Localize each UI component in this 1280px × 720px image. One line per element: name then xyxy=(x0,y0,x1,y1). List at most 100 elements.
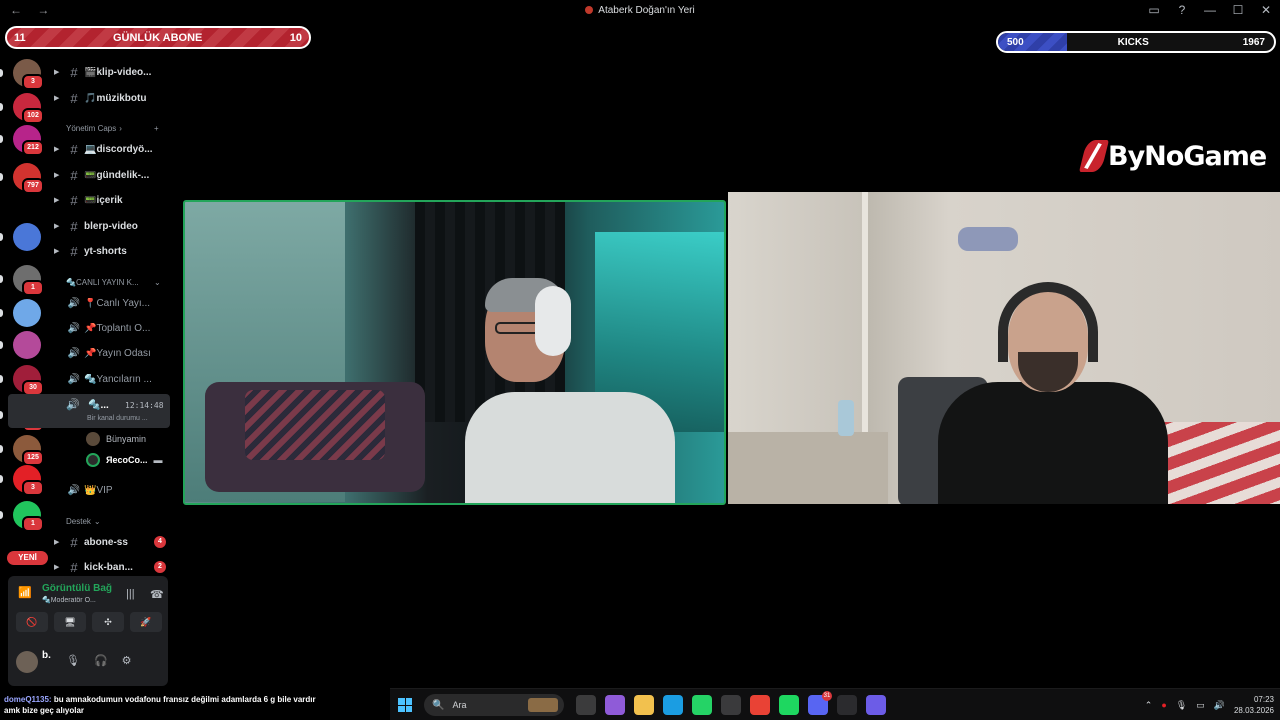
disconnect-icon[interactable]: ☎ xyxy=(150,588,164,601)
mic-icon[interactable]: 🎙 xyxy=(66,654,80,667)
whatsapp-app-icon[interactable] xyxy=(692,695,712,715)
chat-nick: domeQ1135: xyxy=(4,695,52,704)
server-icon[interactable] xyxy=(13,299,41,327)
soundboard-button[interactable]: 🚀 xyxy=(130,612,162,632)
server-icon[interactable]: 3 xyxy=(13,59,44,90)
avatar xyxy=(86,432,100,446)
camera-feed-left[interactable] xyxy=(183,200,726,505)
voice-user-recoco[interactable]: ЯecoCo... ▬ xyxy=(86,453,162,467)
server-unread-pill xyxy=(0,411,3,419)
clock[interactable]: 07:23 28.03.2026 xyxy=(1234,694,1274,716)
voice-channel-vip[interactable]: 🔊 👑VIP xyxy=(54,479,174,501)
close-button[interactable]: ✕ xyxy=(1260,3,1272,17)
category-yonetim[interactable]: Yönetim Caps › + xyxy=(66,124,159,133)
kicks-label: KICKS xyxy=(1117,36,1149,48)
taskview-app-icon[interactable] xyxy=(576,695,596,715)
server-badge: 212 xyxy=(22,140,44,156)
server-unread-pill xyxy=(0,309,3,317)
settings-gear-icon[interactable]: ⚙ xyxy=(122,654,132,667)
edge-app-icon[interactable] xyxy=(663,695,683,715)
minimize-button[interactable]: — xyxy=(1204,3,1216,17)
discord-badge: 31 xyxy=(822,691,832,701)
server-unread-pill xyxy=(0,135,3,143)
voice-status[interactable]: Görüntülü Bağ xyxy=(42,583,112,594)
chevron-up-icon[interactable]: ⌃ xyxy=(1145,700,1153,711)
copilot-app-icon[interactable] xyxy=(605,695,625,715)
channel-abone-ss[interactable]: ▶ # abone-ss 4 xyxy=(54,531,174,553)
display-icon[interactable]: ▭ xyxy=(1196,700,1205,711)
sub-goal-label: GÜNLÜK ABONE xyxy=(112,31,203,44)
taskbar-apps: 31 xyxy=(576,691,886,715)
channel-icerik[interactable]: ▶ # 📟içerik xyxy=(54,189,174,211)
chrome-app-icon[interactable] xyxy=(750,695,770,715)
server-icon[interactable]: 1 xyxy=(13,501,44,532)
user-name[interactable]: b. xyxy=(42,650,51,661)
speaker-icon[interactable]: 🔊 xyxy=(1214,700,1225,711)
speaker-icon: 🔊 xyxy=(67,297,81,309)
voice-channel-yayin-odasi[interactable]: 🔊 📌Yayın Odası xyxy=(54,342,174,364)
unread-count-badge: 4 xyxy=(154,536,166,548)
app-circle-app-icon[interactable] xyxy=(866,695,886,715)
user-panel: b. 🎙 🎧 ⚙ xyxy=(8,645,168,681)
discord-app-icon[interactable]: 31 xyxy=(808,691,832,715)
channel-gundelik[interactable]: ▶ # 📟gündelik-... xyxy=(54,164,174,186)
headphones-icon[interactable]: 🎧 xyxy=(94,654,108,667)
store-app-icon[interactable] xyxy=(721,695,741,715)
taskbar-search[interactable]: 🔍 Ara xyxy=(424,694,564,716)
bynogame-logo: ByNoGame xyxy=(1079,138,1267,174)
bynogame-mark-icon xyxy=(1079,140,1109,172)
noise-suppression-icon[interactable]: ||| xyxy=(126,588,135,600)
server-icon[interactable]: 212 xyxy=(13,125,44,156)
active-channel-status[interactable]: Bir kanal durumu ... xyxy=(87,415,148,422)
channel-muzikbotu[interactable]: ▶ # 🎵müzikbotu xyxy=(54,87,174,109)
streamer-right xyxy=(928,272,1168,504)
channel-blerp-video[interactable]: ▶ # blerp-video xyxy=(54,215,174,237)
camera-off-button[interactable]: 🚫 xyxy=(16,612,48,632)
server-unread-pill xyxy=(0,275,3,283)
maximize-button[interactable]: ☐ xyxy=(1232,3,1244,17)
inbox-icon[interactable]: ▭ xyxy=(1148,3,1160,17)
voice-channel-canli-yayin[interactable]: 🔊 📍Canlı Yayı... xyxy=(54,292,174,314)
server-icon[interactable] xyxy=(13,223,41,251)
active-voice-channel[interactable]: 🔊 🔩... 12:14:48 Bir kanal durumu ... xyxy=(8,394,170,428)
screen-share-button[interactable]: 🖥 xyxy=(54,612,86,632)
server-icon[interactable]: 1 xyxy=(13,265,44,296)
channel-yt-shorts[interactable]: ▶ # yt-shorts xyxy=(54,240,174,262)
explorer-app-icon[interactable] xyxy=(634,695,654,715)
server-icon[interactable]: 3 xyxy=(13,465,44,496)
avatar[interactable] xyxy=(16,651,38,673)
help-icon[interactable]: ? xyxy=(1176,3,1188,17)
channel-discordyo[interactable]: ▶ # 💻discordyö... xyxy=(54,138,174,160)
camera-feed-right[interactable] xyxy=(728,192,1280,504)
sub-goal-bar: 11 GÜNLÜK ABONE 10 xyxy=(5,26,311,49)
server-icon[interactable]: 102 xyxy=(13,93,44,124)
voice-channel-toplanti[interactable]: 🔊 📌Toplantı O... xyxy=(54,317,174,339)
server-icon[interactable]: 125 xyxy=(13,435,44,466)
voice-user-bunyamin[interactable]: Bünyamin xyxy=(86,432,146,446)
server-unread-pill xyxy=(0,375,3,383)
start-button[interactable] xyxy=(398,698,412,712)
cam2-floor xyxy=(728,432,888,504)
camera-icon: ▬ xyxy=(153,455,163,465)
activities-button[interactable]: ✣ xyxy=(92,612,124,632)
app-tray-icon[interactable]: ● xyxy=(1161,700,1166,710)
server-icon[interactable]: 30 xyxy=(13,365,44,396)
cam1-blanket xyxy=(245,390,385,460)
spotify-app-icon[interactable] xyxy=(779,695,799,715)
new-badge[interactable]: YENİ xyxy=(7,551,48,565)
window-title-text: Ataberk Doğan'ın Yeri xyxy=(598,5,695,16)
voice-channel-sub[interactable]: 🔩Moderatör O... xyxy=(42,596,96,604)
category-destek[interactable]: Destek ⌄ xyxy=(66,517,101,526)
obs-app-icon[interactable] xyxy=(837,695,857,715)
voice-channel-yancilarin[interactable]: 🔊 🔩Yancıların ... xyxy=(54,368,174,390)
category-canli-yayin[interactable]: 🔩CANLI YAYIN K... ⌄ xyxy=(66,278,161,287)
channel-klip-video[interactable]: ▶ # 🎬klip-video... xyxy=(54,61,174,83)
speaker-icon: 🔊 xyxy=(67,347,81,359)
mic-tray-icon[interactable]: 🎙 xyxy=(1176,700,1187,711)
signal-icon[interactable]: 📶 xyxy=(18,586,32,599)
channel-kick-ban[interactable]: ▶ # kick-ban... 2 xyxy=(54,556,174,578)
unread-count-badge: 2 xyxy=(154,561,166,573)
server-icon[interactable] xyxy=(13,331,41,359)
server-icon[interactable]: 797 xyxy=(13,163,44,194)
server-icon xyxy=(585,6,594,14)
